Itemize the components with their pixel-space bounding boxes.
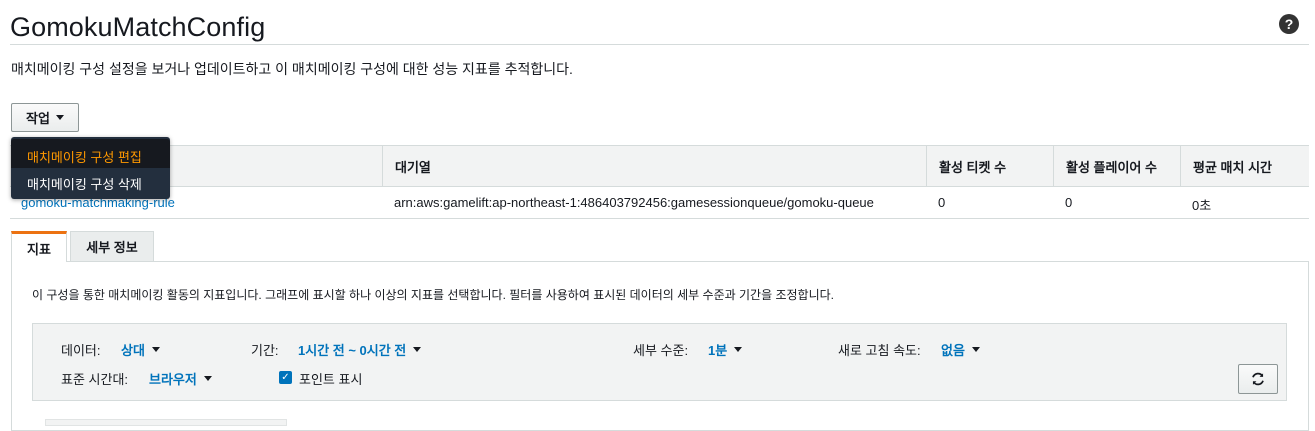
data-select[interactable]: 상대 <box>121 340 160 359</box>
column-header-avg-match-time[interactable]: 평균 매치 시간 <box>1193 157 1272 176</box>
column-divider <box>926 146 927 186</box>
refresh-icon <box>1252 372 1264 386</box>
refresh-rate-select[interactable]: 없음 <box>941 340 980 359</box>
page-subtitle: 매치메이킹 구성 설정을 보거나 업데이트하고 이 매치메이킹 구성에 대한 성… <box>11 61 573 77</box>
detail-level-label: 세부 수준: <box>633 343 689 358</box>
period-select[interactable]: 1시간 전 ~ 0시간 전 <box>298 340 422 359</box>
caret-down-icon <box>151 347 160 352</box>
timezone-label: 표준 시간대: <box>61 372 129 387</box>
tab-details[interactable]: 세부 정보 <box>70 231 154 262</box>
refresh-button[interactable] <box>1238 364 1278 394</box>
actions-button-label: 작업 <box>26 111 50 126</box>
avg-match-time-value: 0초 <box>1192 198 1212 213</box>
detail-level-select-value: 1분 <box>708 343 728 358</box>
caret-down-icon <box>413 347 422 352</box>
actions-button[interactable]: 작업 <box>11 103 79 132</box>
chart-area-edge <box>45 419 287 426</box>
column-divider <box>382 146 383 186</box>
caret-down-icon <box>971 347 980 352</box>
period-label: 기간: <box>251 343 279 358</box>
caret-down-icon <box>203 376 212 381</box>
menu-item-delete-config[interactable]: 매치메이킹 구성 삭제 <box>27 174 142 193</box>
period-select-value: 1시간 전 ~ 0시간 전 <box>298 343 407 358</box>
question-circle-icon[interactable]: ? <box>1279 14 1299 34</box>
refresh-rate-select-value: 없음 <box>941 343 965 358</box>
column-divider <box>1180 146 1181 186</box>
table-header: 대기열 활성 티켓 수 활성 플레이어 수 평균 매치 시간 <box>10 145 1309 187</box>
data-label: 데이터: <box>61 343 101 358</box>
tab-metrics[interactable]: 지표 <box>11 231 67 262</box>
column-divider <box>1053 146 1054 186</box>
metrics-controls: 데이터: 상대 기간: 1시간 전 ~ 0시간 전 세부 수준: 1분 새로 고… <box>32 323 1287 401</box>
page-title: GomokuMatchConfig <box>10 12 266 42</box>
timezone-select-value: 브라우저 <box>149 372 197 387</box>
detail-level-select[interactable]: 1분 <box>708 340 743 359</box>
timezone-select[interactable]: 브라우저 <box>149 369 212 388</box>
data-select-value: 상대 <box>121 343 145 358</box>
caret-down-icon <box>55 115 64 120</box>
tab-metrics-label: 지표 <box>27 241 51 257</box>
title-divider <box>10 44 1309 45</box>
show-points-checkbox[interactable]: ✓ <box>279 371 292 384</box>
caret-down-icon <box>734 347 743 352</box>
refresh-rate-label: 새로 고침 속도: <box>838 343 921 358</box>
show-points-label: 포인트 표시 <box>299 372 363 387</box>
actions-dropdown-menu: 매치메이킹 구성 편집 매치메이킹 구성 삭제 <box>11 137 170 199</box>
active-tickets-value: 0 <box>938 195 946 210</box>
metrics-description: 이 구성을 통한 매치메이킹 활동의 지표입니다. 그래프에 표시할 하나 이상… <box>32 288 834 302</box>
active-players-value: 0 <box>1065 195 1073 210</box>
queue-arn: arn:aws:gamelift:ap-northeast-1:48640379… <box>394 195 874 210</box>
column-header-active-players[interactable]: 활성 플레이어 수 <box>1066 157 1157 176</box>
tab-details-label: 세부 정보 <box>86 240 138 255</box>
column-header-queue[interactable]: 대기열 <box>395 157 431 176</box>
menu-item-edit-config[interactable]: 매치메이킹 구성 편집 <box>27 147 142 166</box>
column-header-active-tickets[interactable]: 활성 티켓 수 <box>939 157 1006 176</box>
table-row: gomoku-matchmaking-rule arn:aws:gamelift… <box>10 186 1309 219</box>
